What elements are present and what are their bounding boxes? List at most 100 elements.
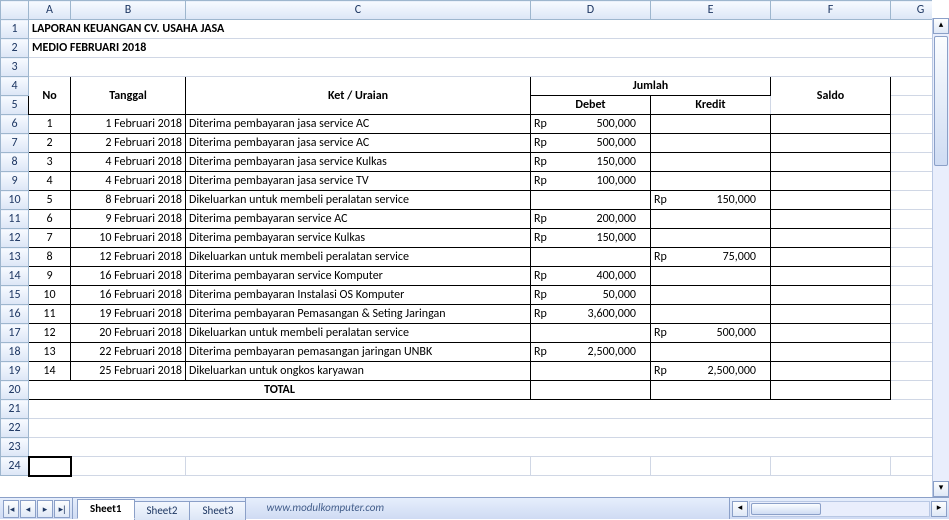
vertical-scrollbar[interactable]: ▴ ▾	[932, 18, 949, 497]
scroll-right-button[interactable]: ▸	[931, 501, 947, 517]
tab-sheet1[interactable]: Sheet1	[77, 499, 135, 519]
cell[interactable]	[29, 438, 933, 457]
hscroll-thumb[interactable]	[751, 503, 821, 515]
cell[interactable]	[891, 191, 933, 210]
cell-ket[interactable]: Diterima pembayaran pemasangan jaringan …	[186, 343, 531, 362]
cell-saldo[interactable]	[771, 210, 891, 229]
cell[interactable]	[891, 267, 933, 286]
cell-ket[interactable]: Dikeluarkan untuk membeli peralatan serv…	[186, 248, 531, 267]
col-header-F[interactable]: F	[771, 1, 891, 20]
row-header[interactable]: 16	[1, 305, 29, 324]
cell-tanggal[interactable]: 16 Februari 2018	[71, 267, 186, 286]
cell-saldo[interactable]	[771, 267, 891, 286]
cell[interactable]	[891, 381, 933, 400]
cell-kredit[interactable]	[651, 172, 771, 191]
cell-tanggal[interactable]: 1 Februari 2018	[71, 115, 186, 134]
row-header[interactable]: 2	[1, 39, 29, 58]
col-header-A[interactable]: A	[29, 1, 71, 20]
spreadsheet-grid[interactable]: A B C D E F G 1 LAPORAN KEUANGAN CV. USA…	[0, 0, 932, 497]
cell-ket[interactable]: Diterima pembayaran jasa service Kulkas	[186, 153, 531, 172]
row-header[interactable]: 18	[1, 343, 29, 362]
cell-ket[interactable]: Diterima pembayaran jasa service AC	[186, 134, 531, 153]
cell-ket[interactable]: Dikeluarkan untuk membeli peralatan serv…	[186, 191, 531, 210]
cell[interactable]	[891, 362, 933, 381]
cell-tanggal[interactable]: 22 Februari 2018	[71, 343, 186, 362]
cell-debet[interactable]: Rp2,500,000	[531, 343, 651, 362]
cell-kredit[interactable]: Rp150,000	[651, 191, 771, 210]
row-header[interactable]: 20	[1, 381, 29, 400]
cell-debet[interactable]	[531, 248, 651, 267]
cell-kredit[interactable]	[651, 115, 771, 134]
cell-ket[interactable]: Diterima pembayaran service Komputer	[186, 267, 531, 286]
cell[interactable]	[891, 248, 933, 267]
cell-saldo[interactable]	[771, 229, 891, 248]
row-header[interactable]: 8	[1, 153, 29, 172]
cell-ket[interactable]: Diterima pembayaran jasa service TV	[186, 172, 531, 191]
cell-tanggal[interactable]: 20 Februari 2018	[71, 324, 186, 343]
cell[interactable]	[891, 324, 933, 343]
cell-ket[interactable]: Diterima pembayaran Pemasangan & Seting …	[186, 305, 531, 324]
cell-debet[interactable]	[531, 362, 651, 381]
cell-kredit[interactable]	[651, 305, 771, 324]
cell-kredit[interactable]	[651, 229, 771, 248]
cell-kredit[interactable]	[651, 134, 771, 153]
cell-kredit[interactable]	[651, 153, 771, 172]
row-header[interactable]: 21	[1, 400, 29, 419]
cell-debet[interactable]: Rp400,000	[531, 267, 651, 286]
cell-kredit[interactable]: Rp2,500,000	[651, 362, 771, 381]
cell[interactable]	[771, 457, 891, 476]
row-header[interactable]: 24	[1, 457, 29, 476]
row-header[interactable]: 10	[1, 191, 29, 210]
cell[interactable]	[186, 457, 531, 476]
col-header-D[interactable]: D	[531, 1, 651, 20]
cell-saldo[interactable]	[771, 153, 891, 172]
cell-tanggal[interactable]: 10 Februari 2018	[71, 229, 186, 248]
cell[interactable]	[29, 58, 933, 77]
row-header[interactable]: 1	[1, 20, 29, 39]
row-header[interactable]: 19	[1, 362, 29, 381]
cell[interactable]	[891, 343, 933, 362]
cell[interactable]	[891, 457, 933, 476]
cell-saldo[interactable]	[771, 172, 891, 191]
cell-tanggal[interactable]: 4 Februari 2018	[71, 172, 186, 191]
vscroll-thumb[interactable]	[934, 36, 948, 166]
cell-saldo[interactable]	[771, 362, 891, 381]
cell-tanggal[interactable]: 19 Februari 2018	[71, 305, 186, 324]
cell[interactable]	[891, 229, 933, 248]
cell-kredit[interactable]: Rp500,000	[651, 324, 771, 343]
cell-no[interactable]: 12	[29, 324, 71, 343]
col-header-C[interactable]: C	[186, 1, 531, 20]
cell-ket[interactable]: Diterima pembayaran service AC	[186, 210, 531, 229]
cell[interactable]	[29, 400, 933, 419]
cell[interactable]	[891, 134, 933, 153]
row-header[interactable]: 17	[1, 324, 29, 343]
row-header[interactable]: 23	[1, 438, 29, 457]
cell[interactable]	[891, 286, 933, 305]
col-tanggal[interactable]: Tanggal	[71, 77, 186, 115]
row-header[interactable]: 14	[1, 267, 29, 286]
cell-tanggal[interactable]: 25 Februari 2018	[71, 362, 186, 381]
cell-tanggal[interactable]: 8 Februari 2018	[71, 191, 186, 210]
cell[interactable]	[651, 457, 771, 476]
cell-kredit[interactable]	[651, 210, 771, 229]
row-header[interactable]: 7	[1, 134, 29, 153]
cell-saldo[interactable]	[771, 134, 891, 153]
active-cell-A24[interactable]	[29, 457, 71, 476]
cell-tanggal[interactable]: 16 Februari 2018	[71, 286, 186, 305]
cell-saldo[interactable]	[771, 324, 891, 343]
cell-debet[interactable]: Rp150,000	[531, 153, 651, 172]
col-no[interactable]: No	[29, 77, 71, 115]
horizontal-scrollbar[interactable]: ◂ ▸	[729, 498, 949, 519]
cell-debet[interactable]: Rp500,000	[531, 134, 651, 153]
cell-no[interactable]: 11	[29, 305, 71, 324]
cell-no[interactable]: 14	[29, 362, 71, 381]
col-saldo[interactable]: Saldo	[771, 77, 891, 115]
col-debet[interactable]: Debet	[531, 96, 651, 115]
cell-no[interactable]: 5	[29, 191, 71, 210]
cell-saldo[interactable]	[771, 343, 891, 362]
scroll-down-button[interactable]: ▾	[933, 481, 949, 497]
cell-no[interactable]: 13	[29, 343, 71, 362]
cell-no[interactable]: 10	[29, 286, 71, 305]
cell-saldo[interactable]	[771, 305, 891, 324]
cell-debet[interactable]: Rp100,000	[531, 172, 651, 191]
